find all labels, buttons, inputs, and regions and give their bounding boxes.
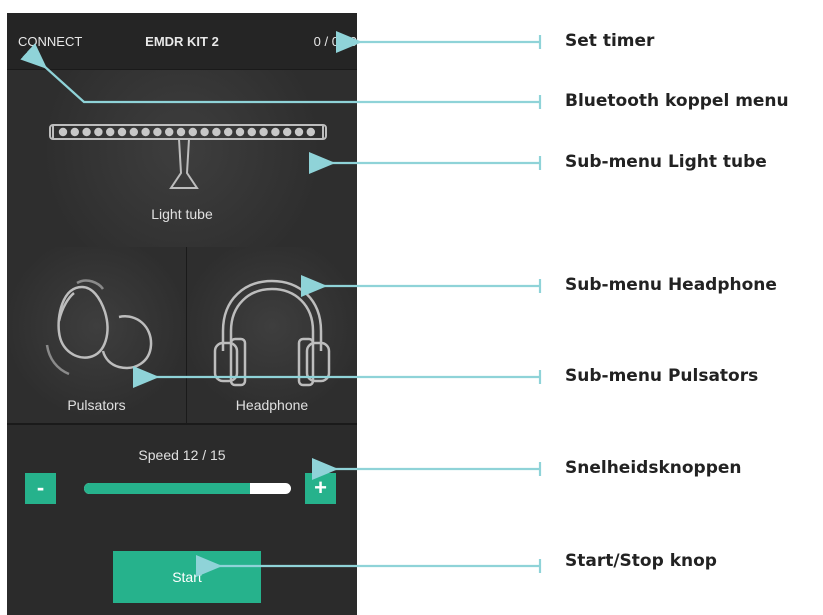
callout-light-tube: Sub-menu Light tube (565, 152, 767, 172)
callout-pulsators: Sub-menu Pulsators (565, 366, 759, 386)
callout-bluetooth: Bluetooth koppel menu (565, 91, 789, 111)
bluetooth-arrow (20, 43, 540, 104)
callout-start: Start/Stop knop (565, 551, 717, 571)
callout-set-timer: Set timer (565, 31, 655, 51)
callout-headphone: Sub-menu Headphone (565, 275, 777, 295)
callout-speed: Snelheidsknoppen (565, 458, 742, 478)
